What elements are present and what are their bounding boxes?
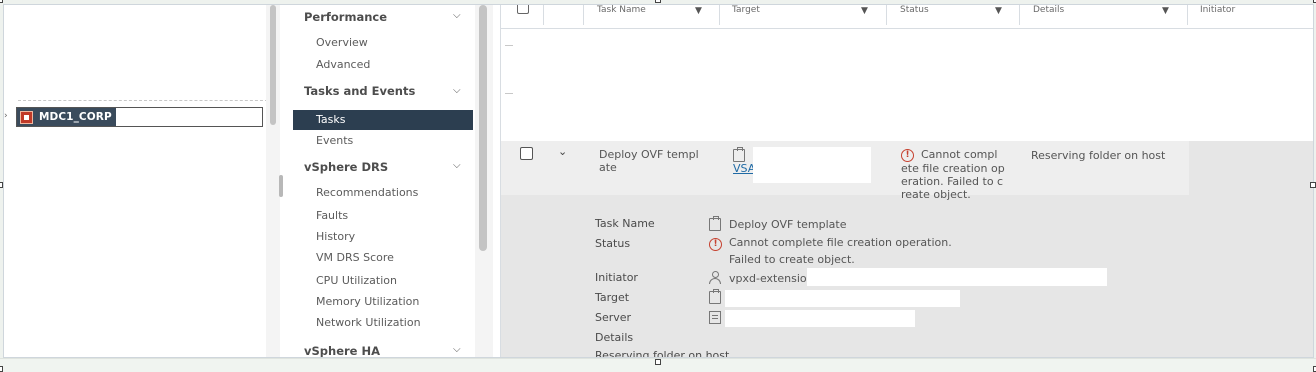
nav-item-overview[interactable]: Overview (316, 36, 368, 49)
column-divider (543, 5, 544, 25)
detail-value-initiator: vpxd-extension (729, 272, 814, 285)
vm-error-icon (20, 110, 33, 124)
status-line: eration. Failed to c (901, 174, 1004, 188)
chevron-down-icon[interactable]: ⌵ (453, 344, 465, 356)
redacted-target (753, 147, 871, 183)
cell-task-name-line2: ate (599, 161, 617, 174)
select-all-checkbox[interactable] (517, 5, 529, 14)
nav-item-network-utilization[interactable]: Network Utilization (316, 316, 421, 329)
tree-expand-icon[interactable]: › (4, 111, 8, 121)
cell-target: VSA (733, 146, 755, 175)
nav-section-tasks-events[interactable]: Tasks and Events (304, 84, 415, 98)
filter-icon[interactable]: ▼ (995, 6, 1002, 16)
detail-value-status-line1: Cannot complete file creation operation. (729, 236, 952, 249)
redacted-server-value (725, 310, 915, 327)
cell-status: ! Cannot compl ete file creation op erat… (901, 148, 1016, 201)
tree-scrollbar[interactable] (266, 5, 280, 357)
column-header-details[interactable]: Details (1033, 5, 1064, 25)
expanded-task-detail: ⌄ Deploy OVF templ ate VSA ! Cannot comp… (501, 141, 1313, 358)
target-link[interactable]: VSA (733, 162, 755, 175)
detail-value-details: Reserving folder on host (595, 349, 730, 358)
resize-handle[interactable] (1310, 182, 1316, 188)
chevron-down-icon[interactable]: ⌵ (453, 160, 465, 172)
resize-handle[interactable] (0, 366, 3, 372)
cell-task-name: Deploy OVF templ ate (599, 148, 699, 174)
nav-scrollbar-thumb[interactable] (479, 5, 487, 251)
detail-label-target: Target (595, 291, 630, 304)
nav-item-events[interactable]: Events (316, 134, 353, 147)
nav-item-faults[interactable]: Faults (316, 209, 348, 222)
cell-task-name-line1: Deploy OVF templ (599, 148, 699, 161)
resize-handle[interactable] (0, 0, 3, 3)
redacted-target-value (725, 290, 960, 307)
tree-item-highlight[interactable]: MDC1_CORP (17, 108, 116, 126)
column-header-initiator[interactable]: Initiator (1200, 5, 1235, 25)
chevron-down-icon[interactable]: ⌄ (558, 145, 567, 158)
nav-item-recommendations[interactable]: Recommendations (316, 186, 418, 199)
nav-item-tasks[interactable]: Tasks (293, 110, 473, 130)
detail-value-status-line2: Failed to create object. (729, 253, 855, 266)
nav-item-vm-drs-score[interactable]: VM DRS Score (316, 251, 394, 264)
detail-label-status: Status (595, 237, 631, 250)
tasks-grid: Task Name ▼ Target ▼ Status ▼ Details ▼ … (500, 5, 1313, 358)
detail-label-server: Server (595, 311, 632, 324)
column-divider[interactable] (1187, 5, 1188, 25)
status-line: reate object. (901, 187, 971, 201)
server-icon (709, 310, 721, 324)
vsphere-window: › MDC1_CORP Performance ⌵ Overview Advan… (3, 4, 1314, 358)
status-line: Cannot compl (921, 148, 998, 161)
error-icon: ! (901, 148, 914, 162)
user-icon (709, 270, 721, 284)
filter-icon[interactable]: ▼ (861, 6, 868, 16)
tree-connector (18, 100, 268, 104)
column-divider[interactable] (719, 5, 720, 25)
nav-section-performance[interactable]: Performance (304, 10, 387, 24)
nav-item-memory-utilization[interactable]: Memory Utilization (316, 295, 419, 308)
column-divider[interactable] (1019, 5, 1020, 25)
resize-handle[interactable] (0, 182, 3, 188)
error-icon: ! (709, 237, 722, 251)
nav-section-vsphere-drs[interactable]: vSphere DRS (304, 160, 388, 174)
filter-icon[interactable]: ▼ (695, 6, 702, 16)
resize-handle[interactable] (655, 359, 661, 365)
row-placeholder (505, 45, 513, 46)
status-line: ete file creation op (901, 161, 1005, 175)
nav-scrollbar[interactable] (475, 5, 493, 357)
table-row[interactable]: ⌄ Deploy OVF templ ate VSA ! Cannot comp… (501, 141, 1189, 201)
column-header-status[interactable]: Status (900, 5, 929, 25)
inventory-tree: › MDC1_CORP (4, 5, 268, 357)
row-placeholder (505, 93, 513, 94)
column-header-target[interactable]: Target (732, 5, 760, 25)
clipboard-icon (709, 215, 721, 231)
vm-template-icon (709, 288, 721, 304)
tree-scrollbar-thumb[interactable] (270, 5, 276, 125)
tree-item-label: MDC1_CORP (39, 111, 112, 123)
filter-icon[interactable]: ▼ (1162, 6, 1169, 16)
column-header-task-name[interactable]: Task Name (597, 5, 646, 25)
chevron-down-icon[interactable]: ⌵ (453, 10, 465, 22)
column-divider[interactable] (886, 5, 887, 25)
detail-label-details: Details (595, 331, 634, 344)
tree-item-selected[interactable]: MDC1_CORP (16, 107, 263, 127)
chevron-down-icon[interactable]: ⌵ (453, 85, 465, 97)
row-checkbox[interactable] (520, 147, 533, 160)
grid-header: Task Name ▼ Target ▼ Status ▼ Details ▼ … (501, 5, 1313, 29)
column-divider[interactable] (583, 5, 584, 25)
resize-handle[interactable] (655, 0, 661, 3)
cell-details: Reserving folder on host (1031, 149, 1166, 162)
nav-item-history[interactable]: History (316, 230, 355, 243)
vm-template-icon (733, 146, 745, 162)
nav-item-advanced[interactable]: Advanced (316, 58, 370, 71)
redacted-initiator (807, 268, 1107, 286)
detail-value-task-name: Deploy OVF template (729, 218, 847, 231)
monitor-nav: Performance ⌵ Overview Advanced Tasks an… (283, 5, 475, 357)
nav-item-cpu-utilization[interactable]: CPU Utilization (316, 274, 397, 287)
detail-label-task-name: Task Name (595, 217, 655, 230)
nav-section-vsphere-ha[interactable]: vSphere HA (304, 344, 380, 357)
detail-label-initiator: Initiator (595, 271, 638, 284)
